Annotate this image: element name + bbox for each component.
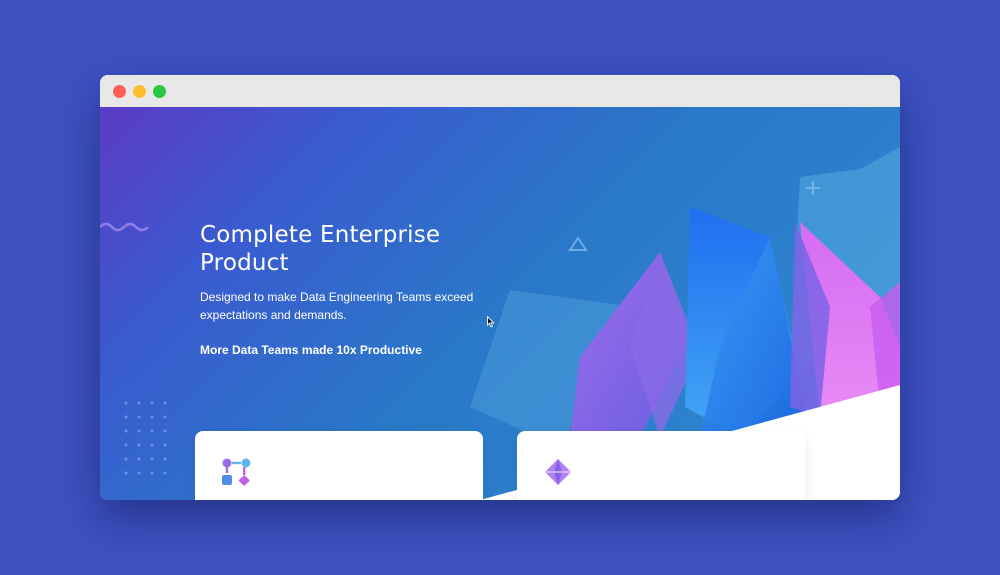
- feature-card[interactable]: [195, 431, 483, 500]
- close-button[interactable]: [113, 85, 126, 98]
- hero-title: Complete Enterprise Product: [200, 222, 441, 276]
- mouse-cursor-icon: [487, 316, 495, 328]
- hero-highlight: More Data Teams made 10x Productive: [200, 343, 422, 357]
- crystal-icon: [541, 455, 575, 494]
- maximize-button[interactable]: [153, 85, 166, 98]
- hero-subtitle: Designed to make Data Engineering Teams …: [200, 290, 474, 322]
- browser-window: Complete Enterprise Product Designed to …: [100, 75, 900, 500]
- window-titlebar: [100, 75, 900, 107]
- minimize-button[interactable]: [133, 85, 146, 98]
- pipeline-icon: [219, 455, 253, 494]
- hero-section: Complete Enterprise Product Designed to …: [100, 107, 900, 500]
- feature-card[interactable]: [517, 431, 805, 500]
